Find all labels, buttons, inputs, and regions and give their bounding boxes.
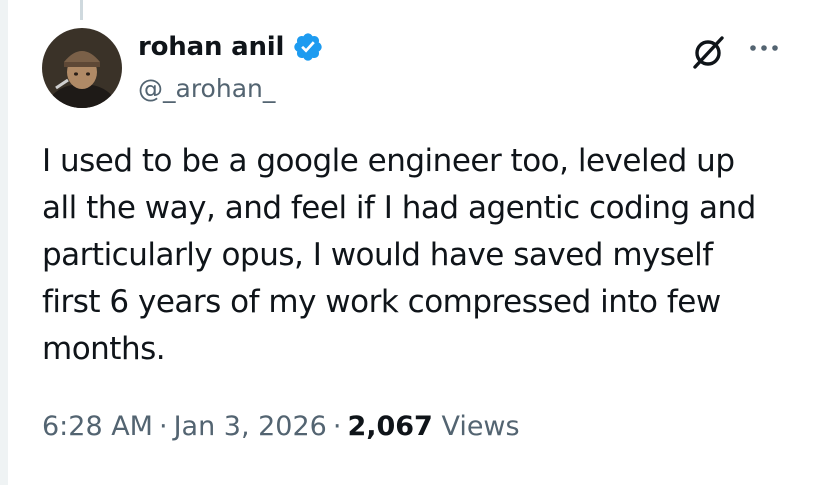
- meta-separator: ·: [158, 411, 168, 442]
- tweet-time[interactable]: 6:28 AM: [42, 411, 153, 442]
- tweet-text-line: months.: [42, 331, 166, 367]
- grok-icon[interactable]: [688, 32, 728, 72]
- tweet-metadata: 6:28 AM · Jan 3, 2026 · 2,067 Views: [42, 411, 520, 442]
- more-options-icon[interactable]: [748, 38, 780, 58]
- views-label: Views: [441, 411, 520, 442]
- left-edge-border: [0, 0, 8, 485]
- tweet-text-line: particularly opus, I would have saved my…: [42, 237, 713, 273]
- author-name-row[interactable]: rohan anil: [138, 31, 324, 63]
- thread-connector-line: [80, 0, 83, 20]
- avatar-image: [42, 28, 122, 108]
- tweet-date[interactable]: Jan 3, 2026: [174, 411, 327, 442]
- tweet-text-line: first 6 years of my work compressed into…: [42, 284, 721, 320]
- tweet-text-line: all the way, and feel if I had agentic c…: [42, 190, 756, 226]
- avatar[interactable]: [42, 28, 122, 108]
- tweet-text: I used to be a google engineer too, leve…: [42, 138, 802, 373]
- author-handle[interactable]: @_arohan_: [138, 74, 275, 103]
- verified-badge-icon: [292, 31, 324, 63]
- author-name[interactable]: rohan anil: [138, 32, 284, 62]
- tweet-text-line: I used to be a google engineer too, leve…: [42, 143, 735, 179]
- views-count: 2,067: [347, 411, 433, 442]
- meta-separator: ·: [332, 411, 342, 442]
